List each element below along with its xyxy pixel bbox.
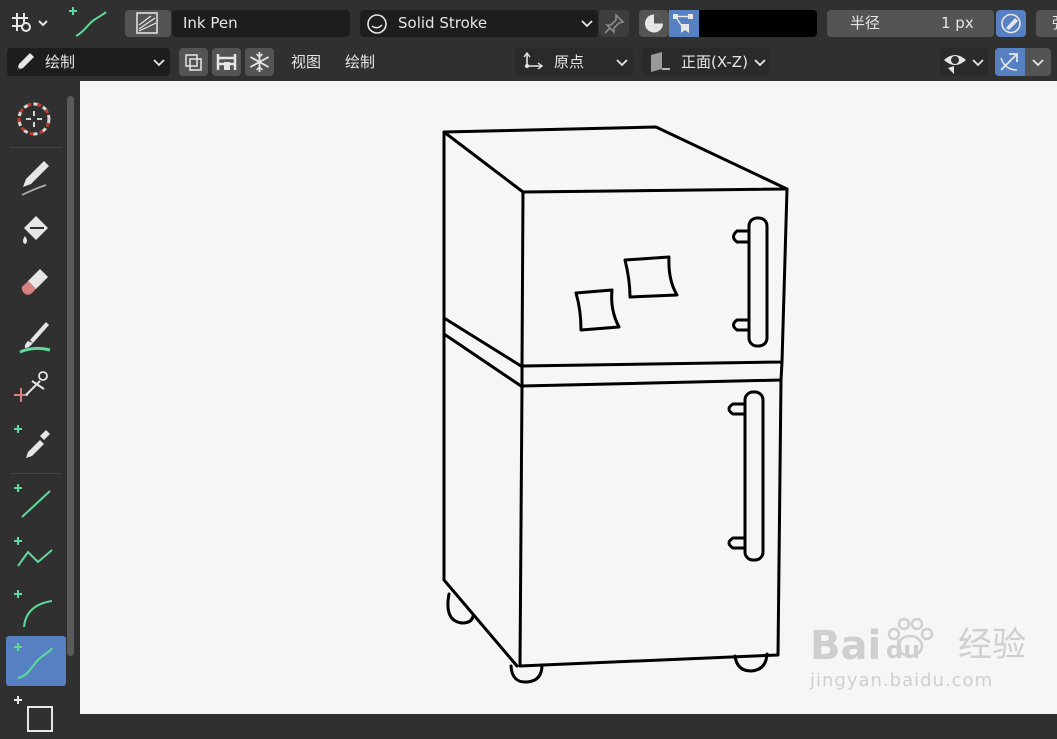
grid-dropdown[interactable] <box>8 9 52 37</box>
chevron-down-icon <box>754 59 766 67</box>
autokey-button[interactable] <box>212 48 241 76</box>
curve-icon <box>14 643 53 679</box>
brush-name-text: Ink Pen <box>183 14 238 32</box>
chevron-down-icon <box>616 59 628 67</box>
material-name-text: Solid Stroke <box>398 14 488 32</box>
view-header: 绘制 视图 绘制 原点 正面(X-Z) <box>0 44 1057 81</box>
tool-curve[interactable] <box>6 636 66 686</box>
tool-cutter[interactable] <box>6 365 66 415</box>
watermark-brand-a: Bai <box>810 623 882 669</box>
fill-bucket-icon <box>23 216 48 244</box>
menu-view[interactable]: 视图 <box>291 55 321 70</box>
gizmo-icon <box>1000 53 1018 71</box>
tool-tint[interactable] <box>6 312 66 362</box>
toolbar-separator <box>10 147 62 148</box>
material-color-mode-button[interactable] <box>639 10 669 37</box>
pressure-toggle-button[interactable] <box>996 10 1026 37</box>
mode-label: 绘制 <box>45 53 76 71</box>
color-swatch[interactable] <box>699 10 817 37</box>
watermark-url: jingyan.baidu.com <box>810 670 994 691</box>
brush-name-field[interactable]: Ink Pen <box>172 10 350 37</box>
pencil-icon <box>17 53 34 70</box>
pencil-draw-icon <box>21 161 49 196</box>
pen-pressure-icon <box>1001 13 1021 34</box>
origin-label: 原点 <box>554 53 585 71</box>
mode-dropdown[interactable]: 绘制 <box>7 48 170 76</box>
tool-draw[interactable] <box>6 153 66 203</box>
active-tool-curve-icon[interactable] <box>64 2 114 42</box>
cursor-icon <box>17 102 51 136</box>
material-selector[interactable]: Solid Stroke <box>360 10 598 37</box>
brush-preview-button[interactable] <box>125 10 171 37</box>
tool-line[interactable] <box>6 477 66 527</box>
tool-arc[interactable] <box>6 583 66 633</box>
chevron-down-icon <box>581 20 593 28</box>
arc-icon <box>14 590 53 628</box>
radius-value: 1 px <box>941 14 974 32</box>
view-plane-dropdown[interactable]: 正面(X-Z) <box>642 48 770 76</box>
menu-draw[interactable]: 绘制 <box>345 55 375 70</box>
grid-snap-icon <box>12 13 48 32</box>
chevron-down-icon <box>972 59 984 67</box>
cutter-scissors-icon <box>14 371 48 402</box>
tool-box[interactable] <box>6 689 66 739</box>
chevron-down-icon <box>1032 59 1044 67</box>
vertex-color-mode-button[interactable] <box>669 10 699 37</box>
radius-field[interactable]: 半径 1 px <box>827 10 994 37</box>
strength-field[interactable]: 强 <box>1036 10 1057 37</box>
tint-brush-icon <box>19 322 51 354</box>
tool-cursor[interactable] <box>6 93 66 143</box>
tool-fill[interactable] <box>6 206 66 256</box>
vertex-color-icon <box>673 14 693 33</box>
chevron-down-icon <box>153 59 165 67</box>
snowflake-icon <box>250 52 269 72</box>
gizmo-dropdown[interactable] <box>1025 48 1051 76</box>
eraser-icon <box>21 269 48 295</box>
tool-erase[interactable] <box>6 259 66 309</box>
tool-eyedropper[interactable] <box>6 418 66 468</box>
origin-axis-icon <box>523 51 544 70</box>
edit-lines-icon <box>216 54 237 70</box>
tool-shelf <box>0 81 80 732</box>
multiframe-icon <box>185 54 202 71</box>
watermark-brand-b: du <box>886 636 921 664</box>
plane-icon <box>651 52 670 72</box>
baidu-watermark: Bai du 经验 jingyan.baidu.com <box>810 616 1050 696</box>
pin-button[interactable] <box>599 10 629 37</box>
eyedropper-icon <box>14 425 50 458</box>
line-icon <box>14 484 51 518</box>
tool-settings-header: Ink Pen Solid Stroke 半径 1 px <box>0 0 1057 44</box>
material-sphere-icon <box>367 14 387 34</box>
tool-polyline[interactable] <box>6 530 66 580</box>
radius-label: 半径 <box>850 14 881 32</box>
view-plane-label: 正面(X-Z) <box>681 53 748 71</box>
viewport-canvas[interactable]: Bai du 经验 jingyan.baidu.com <box>80 81 1057 714</box>
box-icon <box>14 696 53 732</box>
pin-icon <box>604 13 625 34</box>
toolbar-scrollbar[interactable] <box>67 96 74 656</box>
gizmo-toggle-button[interactable] <box>995 48 1025 76</box>
origin-dropdown[interactable]: 原点 <box>515 48 633 76</box>
eye-icon <box>944 55 966 74</box>
ink-pen-brush-icon <box>136 12 158 34</box>
strength-label: 强 <box>1052 16 1057 31</box>
material-mode-icon <box>645 14 663 33</box>
watermark-brand-cn: 经验 <box>958 625 1026 665</box>
freeze-button[interactable] <box>245 48 274 76</box>
toolbar-separator <box>10 473 62 474</box>
polyline-icon <box>14 537 53 567</box>
visibility-dropdown[interactable] <box>940 48 988 76</box>
multiframe-button[interactable] <box>179 48 208 76</box>
